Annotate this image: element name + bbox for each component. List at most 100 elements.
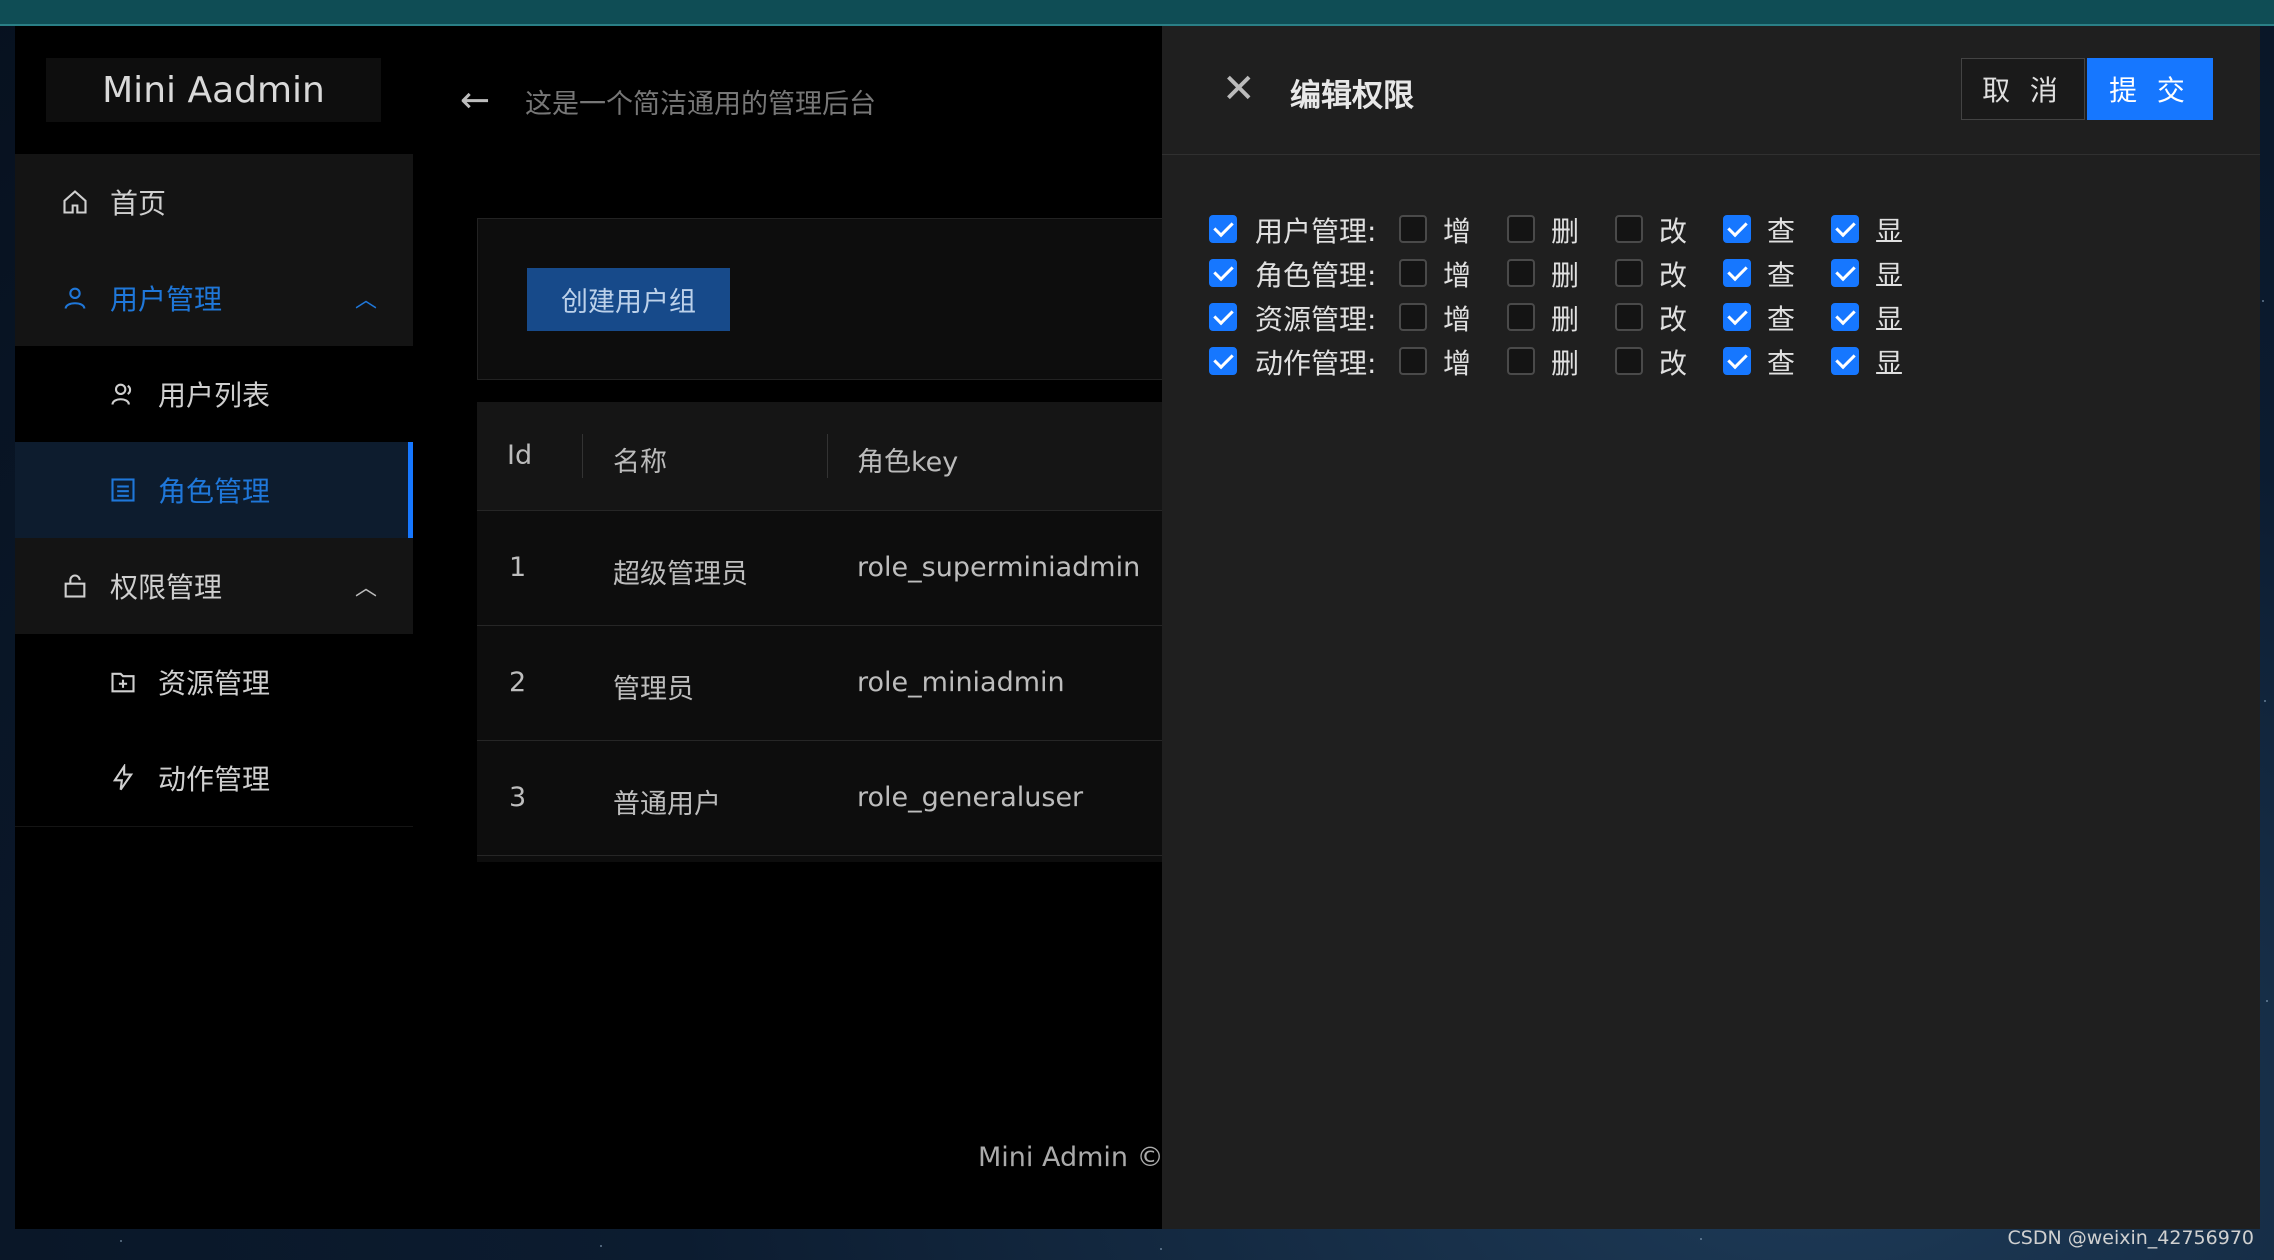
module-checkbox[interactable] bbox=[1209, 347, 1237, 375]
sidebar-item-label: 角色管理 bbox=[158, 475, 271, 508]
sidebar-item-role-management[interactable]: 角色管理 bbox=[15, 442, 413, 538]
column-divider bbox=[582, 434, 583, 478]
sidebar-item-user-management[interactable]: 用户管理 ︿ bbox=[15, 250, 413, 346]
sidebar-item-action-management[interactable]: 动作管理 bbox=[15, 730, 413, 826]
permission-row: 资源管理: 增 删 改 查 显 bbox=[1209, 298, 2009, 338]
create-user-group-button[interactable]: 创建用户组 bbox=[527, 268, 730, 331]
permission-label: 查 bbox=[1767, 347, 1796, 380]
sidebar-item-user-list[interactable]: 用户列表 bbox=[15, 346, 413, 442]
permission-checkbox[interactable] bbox=[1615, 215, 1643, 243]
sidebar-item-label: 用户管理 bbox=[110, 283, 223, 316]
close-icon[interactable]: ✕ bbox=[1222, 66, 1256, 112]
table-row[interactable]: 3 普通用户 role_generaluser bbox=[477, 740, 1217, 856]
permission-checkbox[interactable] bbox=[1399, 303, 1427, 331]
sidebar-item-label: 用户列表 bbox=[158, 379, 271, 412]
lock-icon bbox=[60, 571, 90, 601]
role-table: Id 名称 角色key 1 超级管理员 role_superminiadmin … bbox=[477, 402, 1217, 862]
permission-label: 显 bbox=[1875, 303, 1904, 336]
permission-checkbox[interactable] bbox=[1399, 347, 1427, 375]
cell-id: 1 bbox=[509, 552, 527, 583]
sidebar-menu: 首页 用户管理 ︿ 用户列表 角色管理 权限管理 ︿ 资源管理 动作管理 bbox=[15, 154, 413, 827]
sidebar-item-label: 动作管理 bbox=[158, 763, 271, 796]
drawer-header: ✕ 编辑权限 取 消 提 交 bbox=[1162, 26, 2260, 155]
permission-checkbox[interactable] bbox=[1831, 347, 1859, 375]
submit-button[interactable]: 提 交 bbox=[2087, 58, 2213, 120]
user-icon bbox=[60, 283, 90, 313]
permission-label: 增 bbox=[1443, 303, 1472, 336]
team-icon bbox=[108, 379, 138, 409]
sidebar-item-permission-management[interactable]: 权限管理 ︿ bbox=[15, 538, 413, 634]
permission-label: 增 bbox=[1443, 347, 1472, 380]
permission-checkbox[interactable] bbox=[1831, 303, 1859, 331]
permission-checkbox[interactable] bbox=[1831, 259, 1859, 287]
permission-checkbox[interactable] bbox=[1615, 259, 1643, 287]
module-checkbox[interactable] bbox=[1209, 303, 1237, 331]
permission-checkbox[interactable] bbox=[1723, 347, 1751, 375]
page-title: 这是一个简洁通用的管理后台 bbox=[525, 89, 876, 120]
app-logo: Mini Aadmin bbox=[46, 58, 381, 122]
cell-id: 3 bbox=[509, 782, 527, 813]
chevron-up-icon: ︿ bbox=[354, 288, 377, 313]
edit-permission-drawer: ✕ 编辑权限 取 消 提 交 用户管理: 增删改查显角色管理: 增删改查显资源管理:… bbox=[1162, 26, 2260, 1229]
column-header: Id bbox=[507, 440, 533, 471]
permission-label: 删 bbox=[1551, 303, 1580, 336]
permission-row: 动作管理: 增 删 改 查 显 bbox=[1209, 342, 2009, 382]
permission-label: 显 bbox=[1875, 215, 1904, 248]
permission-label: 增 bbox=[1443, 215, 1472, 248]
permission-label: 查 bbox=[1767, 215, 1796, 248]
permission-label: 查 bbox=[1767, 259, 1796, 292]
permission-checkbox[interactable] bbox=[1723, 303, 1751, 331]
permission-checkbox[interactable] bbox=[1723, 259, 1751, 287]
permission-checkbox[interactable] bbox=[1615, 347, 1643, 375]
permission-label: 删 bbox=[1551, 347, 1580, 380]
table-icon bbox=[108, 475, 138, 505]
column-header: 角色key bbox=[857, 447, 959, 478]
column-divider bbox=[827, 434, 828, 478]
permission-checkbox[interactable] bbox=[1507, 303, 1535, 331]
table-header: Id 名称 角色key bbox=[477, 402, 1217, 511]
permission-row: 用户管理: 增 删 改 查 显 bbox=[1209, 210, 2009, 250]
drawer-title: 编辑权限 bbox=[1290, 78, 1414, 114]
thunderbolt-icon bbox=[108, 763, 138, 793]
cell-name: 管理员 bbox=[613, 674, 694, 705]
cancel-button[interactable]: 取 消 bbox=[1961, 58, 2085, 120]
module-label: 角色管理: bbox=[1255, 259, 1377, 292]
permission-checkbox[interactable] bbox=[1507, 259, 1535, 287]
permission-checkbox[interactable] bbox=[1507, 215, 1535, 243]
module-checkbox[interactable] bbox=[1209, 259, 1237, 287]
cell-name: 普通用户 bbox=[613, 789, 721, 820]
permission-label: 显 bbox=[1875, 347, 1904, 380]
sidebar-item-home[interactable]: 首页 bbox=[15, 154, 413, 250]
sidebar: Mini Aadmin 首页 用户管理 ︿ 用户列表 角色管理 权限管理 ︿ 资… bbox=[15, 26, 413, 1229]
column-header: 名称 bbox=[613, 447, 667, 478]
chevron-up-icon: ︿ bbox=[354, 576, 377, 601]
sidebar-item-label: 权限管理 bbox=[110, 571, 223, 604]
permission-checkbox[interactable] bbox=[1831, 215, 1859, 243]
table-row[interactable]: 1 超级管理员 role_superminiadmin bbox=[477, 510, 1217, 626]
cell-key: role_generaluser bbox=[857, 782, 1084, 813]
table-row[interactable]: 2 管理员 role_miniadmin bbox=[477, 625, 1217, 741]
permission-label: 改 bbox=[1659, 303, 1688, 336]
cell-name: 超级管理员 bbox=[613, 559, 748, 590]
arrow-left-icon[interactable]: ← bbox=[460, 80, 490, 121]
sidebar-item-label: 首页 bbox=[110, 187, 167, 220]
permission-label: 改 bbox=[1659, 215, 1688, 248]
permission-checkbox[interactable] bbox=[1507, 347, 1535, 375]
sidebar-item-label: 资源管理 bbox=[158, 667, 271, 700]
permission-row: 角色管理: 增 删 改 查 显 bbox=[1209, 254, 2009, 294]
permission-checkbox[interactable] bbox=[1399, 259, 1427, 287]
os-top-bar bbox=[0, 0, 2274, 26]
cell-key: role_miniadmin bbox=[857, 667, 1065, 698]
home-icon bbox=[60, 187, 90, 217]
sidebar-item-resource-management[interactable]: 资源管理 bbox=[15, 634, 413, 730]
permission-checkbox[interactable] bbox=[1615, 303, 1643, 331]
module-checkbox[interactable] bbox=[1209, 215, 1237, 243]
permission-checkbox[interactable] bbox=[1399, 215, 1427, 243]
permission-checkbox[interactable] bbox=[1723, 215, 1751, 243]
cell-id: 2 bbox=[509, 667, 527, 698]
permission-label: 删 bbox=[1551, 215, 1580, 248]
permission-label: 增 bbox=[1443, 259, 1472, 292]
module-label: 动作管理: bbox=[1255, 347, 1377, 380]
module-label: 资源管理: bbox=[1255, 303, 1377, 336]
footer-text: Mini Admin ©2 bbox=[978, 1142, 1181, 1173]
